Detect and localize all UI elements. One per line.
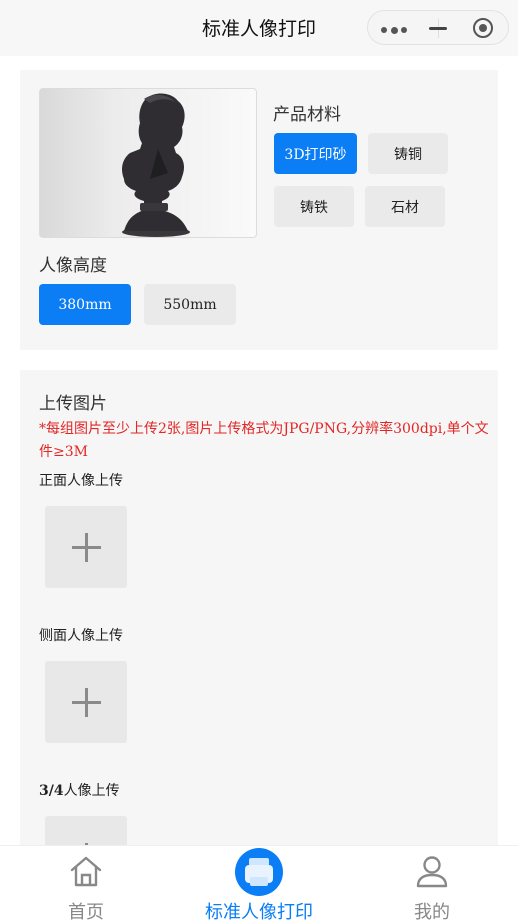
side-upload-button[interactable] bbox=[45, 661, 127, 743]
tab-home[interactable]: 首页 bbox=[0, 846, 172, 923]
close-target-icon[interactable] bbox=[473, 18, 493, 38]
three-quarter-upload-label: 3/4人像上传 bbox=[39, 783, 120, 799]
material-option-cast-bronze[interactable]: 铸铜 bbox=[368, 133, 448, 174]
nav-bar: 标准人像打印 bbox=[0, 0, 518, 56]
user-icon bbox=[416, 856, 448, 888]
tab-mine-label: 我的 bbox=[414, 902, 450, 923]
upload-requirements-note: *每组图片至少上传2张,图片上传格式为JPG/PNG,分辨率300dpi,单个文… bbox=[39, 421, 489, 460]
height-option-380mm[interactable]: 380mm bbox=[39, 284, 131, 325]
material-option-3d-sand[interactable]: 3D打印砂 bbox=[274, 133, 357, 174]
height-option-550mm[interactable]: 550mm bbox=[144, 284, 236, 325]
tab-print-label: 标准人像打印 bbox=[205, 902, 313, 923]
printer-icon bbox=[235, 848, 283, 896]
tab-home-label: 首页 bbox=[68, 902, 104, 923]
tab-mine[interactable]: 我的 bbox=[346, 846, 518, 923]
material-title: 产品材料 bbox=[273, 105, 341, 125]
product-options-card: 产品材料 3D打印砂 铸铜 铸铁 石材 人像高度 380mm 550mm bbox=[20, 70, 498, 350]
height-title: 人像高度 bbox=[39, 256, 107, 276]
front-upload-label: 正面人像上传 bbox=[39, 473, 123, 489]
bottom-tab-bar: 首页 标准人像打印 我的 bbox=[0, 845, 518, 923]
upload-title: 上传图片 bbox=[39, 394, 107, 414]
upload-card: 上传图片 *每组图片至少上传2张,图片上传格式为JPG/PNG,分辨率300dp… bbox=[20, 370, 498, 850]
mini-program-capsule bbox=[367, 10, 509, 45]
home-icon bbox=[70, 856, 102, 887]
more-icon[interactable] bbox=[381, 26, 407, 34]
material-option-stone[interactable]: 石材 bbox=[365, 186, 445, 227]
minimize-icon[interactable] bbox=[429, 27, 447, 30]
material-option-cast-iron[interactable]: 铸铁 bbox=[274, 186, 354, 227]
side-upload-label: 侧面人像上传 bbox=[39, 628, 123, 644]
bust-sculpture-image bbox=[39, 88, 257, 238]
front-upload-button[interactable] bbox=[45, 506, 127, 588]
tab-standard-portrait-print[interactable]: 标准人像打印 bbox=[173, 846, 345, 923]
